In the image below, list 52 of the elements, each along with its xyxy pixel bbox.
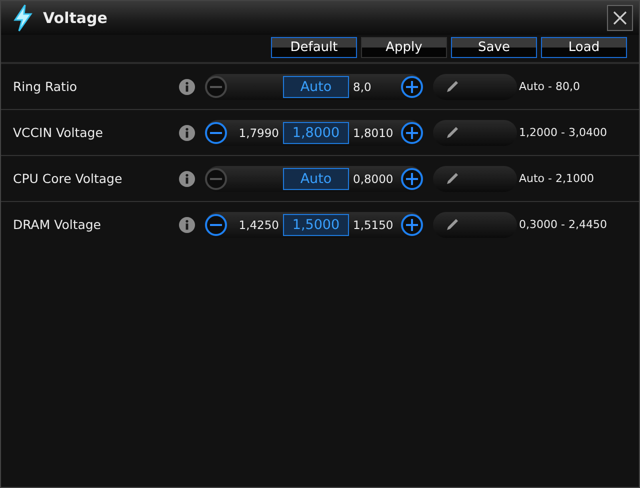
edit-field[interactable] xyxy=(433,120,517,146)
setting-label: CPU Core Voltage xyxy=(12,171,124,186)
minus-icon xyxy=(210,132,222,134)
current-value: 1,8000 xyxy=(283,122,349,144)
next-value: 0,8000 xyxy=(352,172,394,186)
pencil-icon xyxy=(445,80,459,94)
plus-icon xyxy=(406,80,418,92)
decrease-button[interactable] xyxy=(205,214,227,236)
plus-icon xyxy=(406,126,418,138)
current-value: Auto xyxy=(283,168,349,190)
setting-label: VCCIN Voltage xyxy=(12,125,104,140)
window-title: Voltage xyxy=(43,9,108,27)
toolbar-button[interactable]: Default xyxy=(271,37,357,58)
range-text: Auto - 2,1000 xyxy=(518,172,594,185)
minus-icon xyxy=(210,178,222,180)
info-icon[interactable] xyxy=(179,170,195,186)
edit-field[interactable] xyxy=(433,166,517,192)
info-icon[interactable] xyxy=(179,124,195,140)
range-text: Auto - 80,0 xyxy=(518,80,580,93)
edit-field[interactable] xyxy=(433,212,517,238)
plus-icon xyxy=(406,218,418,230)
minus-icon xyxy=(210,86,222,88)
setting-label: Ring Ratio xyxy=(12,79,78,94)
current-value: 1,5000 xyxy=(283,214,349,236)
decrease-button[interactable] xyxy=(205,122,227,144)
next-value: 1,8010 xyxy=(352,126,394,140)
current-value: Auto xyxy=(283,76,349,98)
pencil-icon xyxy=(445,172,459,186)
plus-icon xyxy=(406,172,418,184)
increase-button[interactable] xyxy=(401,214,423,236)
info-icon[interactable] xyxy=(179,216,195,232)
pencil-icon xyxy=(445,126,459,140)
pencil-icon xyxy=(445,218,459,232)
edit-field[interactable] xyxy=(433,74,517,100)
toolbar-button[interactable]: Load xyxy=(541,37,627,58)
toolbar-button[interactable]: Save xyxy=(451,37,537,58)
close-button[interactable] xyxy=(607,5,633,31)
setting-label: DRAM Voltage xyxy=(12,217,102,232)
lightning-icon xyxy=(11,4,35,32)
increase-button[interactable] xyxy=(401,122,423,144)
next-value: 1,5150 xyxy=(352,218,394,232)
close-icon xyxy=(613,11,627,25)
info-icon[interactable] xyxy=(179,78,195,94)
range-text: 0,3000 - 2,4450 xyxy=(518,218,607,231)
previous-value: 1,4250 xyxy=(238,218,280,232)
increase-button[interactable] xyxy=(401,168,423,190)
minus-icon xyxy=(210,224,222,226)
previous-value: 1,7990 xyxy=(238,126,280,140)
next-value: 8,0 xyxy=(352,80,372,94)
increase-button[interactable] xyxy=(401,76,423,98)
range-text: 1,2000 - 3,0400 xyxy=(518,126,607,139)
toolbar-button[interactable]: Apply xyxy=(361,37,447,58)
